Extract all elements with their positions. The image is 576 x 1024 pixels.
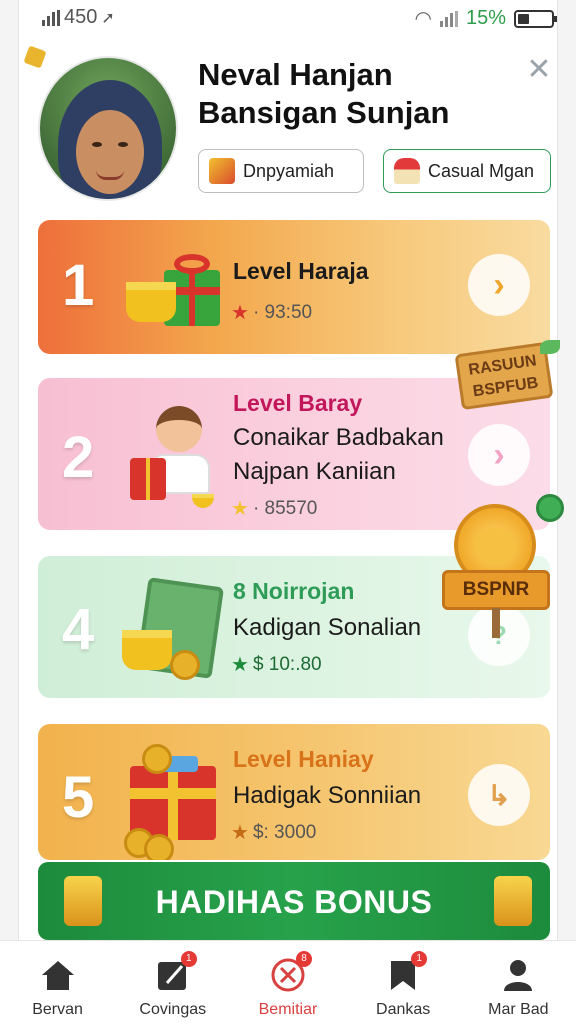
gold-bars-icon [494, 876, 532, 926]
edit-icon: 1 [155, 951, 197, 993]
battery-percent: 15% [465, 7, 506, 29]
wifi-icon: ◠ [414, 8, 432, 30]
level-line2: Najpan Kaniian [233, 458, 396, 485]
level-line1: Hadigak Sonniian [233, 782, 422, 809]
rasuun-badge-label: RASUUN BSPFUB [467, 352, 540, 401]
level-meta-value: $ 10:.80 [252, 653, 322, 675]
money-pot-illustration [120, 576, 230, 686]
level-go-button[interactable]: › [468, 424, 530, 486]
nav-item-home[interactable]: Bervan [6, 941, 110, 1019]
star-icon: ★ [231, 822, 249, 844]
smiley-icon [474, 528, 516, 564]
battery-icon [514, 9, 557, 28]
avatar-face [76, 110, 144, 194]
avatar-eye-left [92, 142, 102, 147]
level-rank: 5 [62, 765, 95, 830]
nav-label: Mar Bad [488, 1001, 549, 1018]
level-go-button[interactable]: ↳ [468, 764, 530, 826]
wallet-icon [209, 158, 235, 184]
nav-label: Covingas [139, 1001, 207, 1018]
green-coin-icon [536, 494, 564, 522]
level-title: 8 Noirrojan [233, 578, 355, 604]
nav-item-bookmark[interactable]: 1 Dankas [351, 941, 455, 1019]
leaf-icon [540, 340, 560, 354]
nav-label: Bervan [32, 1001, 83, 1018]
level-go-button[interactable]: › [468, 254, 530, 316]
boy-gift-illustration [126, 402, 226, 512]
level-meta: ★ · 93:50 [231, 300, 312, 325]
nav-badge: 8 [295, 951, 312, 967]
user-icon [500, 957, 536, 993]
status-right: ◠ 15% [414, 6, 557, 31]
status-bar: 450 ➚ ◠ 15% [0, 0, 576, 34]
bonus-button[interactable]: HADIHAS BONUS [38, 862, 550, 940]
avatar-eye-right [118, 142, 128, 147]
medal-ribbon-label: BSPNR [442, 570, 550, 610]
nav-label: Dankas [376, 1001, 431, 1018]
nav-item-active[interactable]: 8 Bemitiar [236, 941, 340, 1019]
tag-button-secondary[interactable]: Casual Mgan [383, 149, 551, 193]
tag-button-primary[interactable]: Dnpyamiah [198, 149, 364, 193]
bonus-label: HADIHAS BONUS [155, 884, 433, 920]
medal-stick [492, 608, 500, 638]
shop-icon [394, 158, 420, 184]
profile-name-line1: Neval Hanjan [198, 57, 393, 92]
gift-pot-illustration [124, 248, 224, 338]
star-icon: ★ [231, 498, 249, 520]
level-meta: ★ · 85570 [231, 496, 317, 521]
trophy-icon [64, 876, 102, 926]
level-rank: 1 [62, 253, 95, 318]
level-meta-value: · 93:50 [252, 301, 313, 323]
level-title: Level Baray [233, 390, 363, 416]
medal-badge[interactable]: BSPNR [440, 500, 552, 640]
home-icon [40, 957, 76, 993]
close-circle-icon: 8 [270, 951, 312, 993]
nav-badge: 1 [411, 951, 428, 967]
nav-badge: 1 [180, 951, 197, 967]
level-rank: 2 [62, 425, 95, 490]
location-icon: ➚ [101, 9, 115, 27]
status-left: 450 ➚ [42, 6, 115, 29]
nav-item-edit[interactable]: 1 Covingas [121, 941, 225, 1019]
level-rank: 4 [62, 597, 95, 662]
level-line1: Conaikar Badbakan [233, 424, 444, 451]
level-card-4[interactable]: 5 Level Haniay Hadigak Sonniian ★ $: 300… [38, 724, 550, 860]
level-meta: ★ $ 10:.80 [231, 652, 322, 677]
level-meta-value: · 85570 [252, 497, 318, 519]
nav-label: Bemitiar [258, 1001, 318, 1018]
signal-label: 450 [64, 6, 98, 28]
level-meta: ★ $: 3000 [231, 820, 316, 845]
signal-icon [42, 9, 60, 26]
nav-item-profile[interactable]: Mar Bad [466, 941, 570, 1019]
tag-label-primary: Dnpyamiah [243, 160, 335, 181]
close-icon[interactable]: ✕ [524, 55, 554, 86]
star-icon: ★ [231, 302, 249, 324]
avatar[interactable] [38, 56, 178, 201]
tag-label-secondary: Casual Mgan [428, 160, 535, 181]
level-card-1[interactable]: 1 Level Haraja ★ · 93:50 › [38, 220, 550, 354]
gift-coins-illustration [124, 744, 234, 860]
level-meta-value: $: 3000 [252, 821, 317, 843]
profile-name-line2: Bansigan Sunjan [198, 95, 450, 130]
level-title: Level Haraja [233, 258, 369, 284]
bookmark-icon: 1 [385, 951, 428, 993]
star-icon: ★ [231, 654, 249, 676]
bottom-nav: Bervan 1 Covingas 8 Bemitiar 1 Dankas Ma… [0, 940, 576, 1024]
level-line1: Kadigan Sonalian [233, 614, 422, 641]
level-title: Level Haniay [233, 746, 374, 772]
profile-name: Neval Hanjan Bansigan Sunjan [198, 56, 508, 132]
cell-signal-icon [439, 10, 458, 27]
